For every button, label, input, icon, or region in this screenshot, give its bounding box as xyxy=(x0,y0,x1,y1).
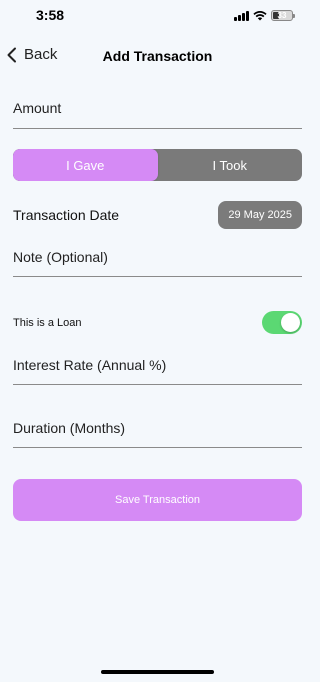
save-transaction-button[interactable]: Save Transaction xyxy=(13,479,302,521)
amount-input[interactable] xyxy=(13,100,302,116)
interest-rate-input[interactable] xyxy=(13,357,302,373)
transaction-date-label: Transaction Date xyxy=(13,207,120,223)
status-icons: 33 xyxy=(234,10,295,21)
status-time: 3:58 xyxy=(36,7,65,23)
note-field-container xyxy=(13,249,302,277)
duration-field-container xyxy=(13,420,302,448)
loan-toggle[interactable] xyxy=(262,311,302,334)
battery: 33 xyxy=(271,10,295,21)
loan-toggle-label: This is a Loan xyxy=(13,317,82,329)
page-title: Add Transaction xyxy=(102,48,213,64)
interest-field-container xyxy=(13,357,302,385)
home-indicator[interactable] xyxy=(101,670,214,674)
amount-field-container xyxy=(13,100,302,129)
direction-segmented-control: I Gave I Took xyxy=(13,149,302,181)
date-picker-button[interactable]: 29 May 2025 xyxy=(218,201,302,229)
toggle-knob xyxy=(281,313,300,332)
nav-bar: Back Add Transaction xyxy=(0,40,315,72)
status-bar: 3:58 33 xyxy=(0,0,315,34)
battery-level: 33 xyxy=(277,11,287,20)
note-input[interactable] xyxy=(13,249,302,265)
duration-input[interactable] xyxy=(13,420,302,436)
wifi-icon xyxy=(253,10,267,20)
segment-i-gave[interactable]: I Gave xyxy=(13,149,158,181)
segment-i-took[interactable]: I Took xyxy=(158,149,303,181)
battery-icon: 33 xyxy=(271,10,293,21)
signal-icon xyxy=(234,10,249,21)
